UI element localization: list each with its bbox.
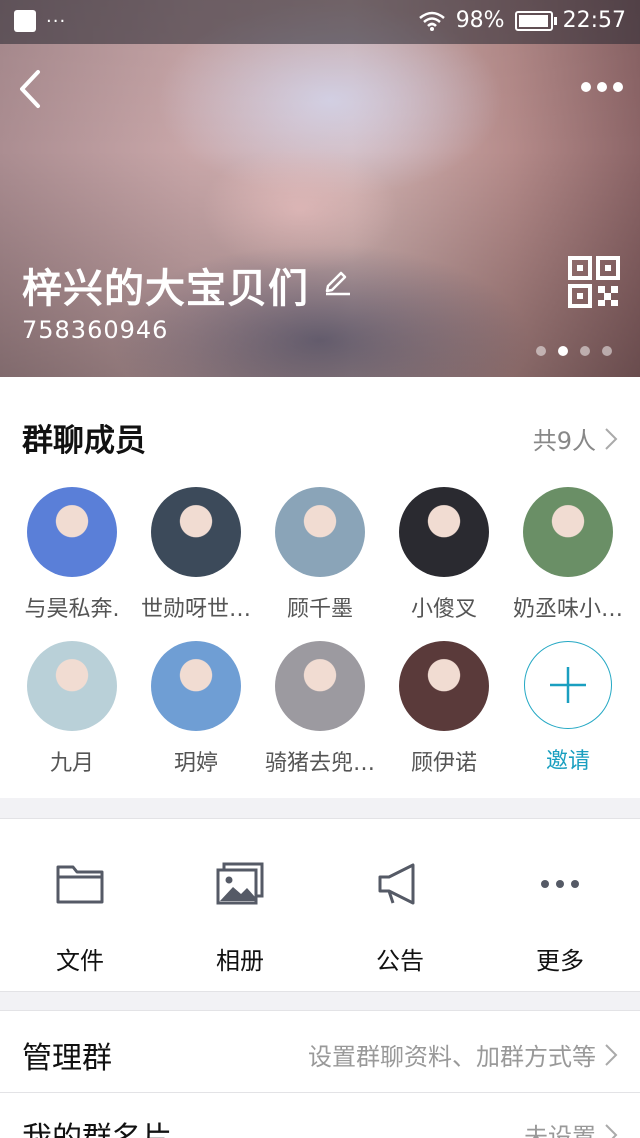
qr-code-icon [568,256,620,308]
avatar [27,641,117,731]
avatar [523,487,613,577]
group-name: 梓兴的大宝贝们 [22,266,309,312]
files-label: 文件 [56,947,104,975]
member-name: 骑猪去兜… [264,751,375,776]
member-item[interactable]: 小傻叉 [382,487,506,623]
battery-percent: 98% [455,8,505,33]
member-item[interactable]: 九月 [10,641,134,777]
more-dot-icon [613,82,623,92]
more-dot-icon [581,82,591,92]
battery-icon [514,10,557,31]
pager-dot[interactable] [602,346,612,356]
chevron-right-icon [605,1123,618,1138]
members-count: 共9人 [532,427,596,455]
avatar [151,487,241,577]
more-actions-label: 更多 [536,947,584,975]
group-header: ··· 98% 22:57 梓兴的大宝贝们 758360946 [0,0,640,377]
notice-label: 公告 [376,947,424,975]
members-count-link[interactable]: 共9人 [533,421,618,456]
more-options-button[interactable] [578,72,626,102]
chevron-right-icon [605,427,618,450]
member-item[interactable]: 顾千墨 [258,487,382,623]
avatar [151,641,241,731]
member-item[interactable]: 世勋呀世… [134,487,258,623]
avatar [275,487,365,577]
pencil-icon [325,271,350,296]
member-name: 九月 [49,751,94,776]
photo-album-icon [216,862,264,905]
plus-icon [550,667,586,703]
manage-group-row[interactable]: 管理群 设置群聊资料、加群方式等 [0,1010,640,1093]
member-item[interactable]: 奶丞味小… [506,487,630,623]
qr-code-button[interactable] [568,256,620,312]
member-item[interactable]: 骑猪去兜… [258,641,382,777]
group-id: 758360946 [22,316,169,344]
chevron-right-icon [605,1043,618,1066]
members-section: 群聊成员 共9人 与昊私奔. 世勋呀世… 顾千墨 小傻叉 奶丞味小… 九月 玥婷 骑猪去兜… 顾… [0,377,640,798]
ellipsis-icon [541,880,579,888]
status-more-dots: ··· [46,10,67,32]
group-card-value-wrap: 未设置 [524,1117,618,1138]
member-name: 顾千墨 [286,597,353,622]
chevron-left-icon [20,70,40,108]
group-card-title: 我的群名片 [22,1113,172,1138]
member-item[interactable]: 顾伊诺 [382,641,506,777]
members-title: 群聊成员 [22,423,146,459]
member-item[interactable]: 与昊私奔. [10,487,134,623]
more-dot-icon [597,82,607,92]
notice-button[interactable]: 公告 [320,819,480,991]
invite-button[interactable]: 邀请 [506,641,630,775]
photo-pager [536,346,612,356]
group-card-row[interactable]: 我的群名片 未设置 [0,1093,640,1138]
quick-actions: 文件 相册 公告 更多 [0,818,640,992]
invite-circle [524,641,612,729]
back-button[interactable] [12,66,52,112]
wifi-icon [418,11,445,31]
files-button[interactable]: 文件 [0,819,160,991]
member-name: 顾伊诺 [410,751,477,776]
manage-group-value: 设置群聊资料、加群方式等 [308,1043,596,1071]
pager-dot[interactable] [536,346,546,356]
clock: 22:57 [562,8,626,33]
notification-icon [14,10,36,32]
avatar [399,487,489,577]
manage-group-value-wrap: 设置群聊资料、加群方式等 [308,1037,618,1072]
avatar [27,487,117,577]
member-name: 小傻叉 [410,597,477,622]
avatar [275,641,365,731]
more-actions-button[interactable]: 更多 [480,819,640,991]
member-name: 与昊私奔. [24,597,120,622]
avatar [399,641,489,731]
edit-name-button[interactable] [322,266,352,300]
member-name: 世勋呀世… [140,597,251,622]
folder-icon [56,865,104,904]
status-bar: ··· 98% 22:57 [0,0,640,44]
member-item[interactable]: 玥婷 [134,641,258,777]
album-label: 相册 [216,947,264,975]
pager-dot[interactable] [580,346,590,356]
pager-dot[interactable] [558,346,568,356]
member-name: 奶丞味小… [512,597,623,622]
megaphone-icon [378,863,415,905]
member-name: 玥婷 [173,751,218,776]
invite-label: 邀请 [545,749,590,774]
manage-group-title: 管理群 [22,1041,112,1076]
album-button[interactable]: 相册 [160,819,320,991]
group-card-value: 未设置 [524,1123,596,1138]
